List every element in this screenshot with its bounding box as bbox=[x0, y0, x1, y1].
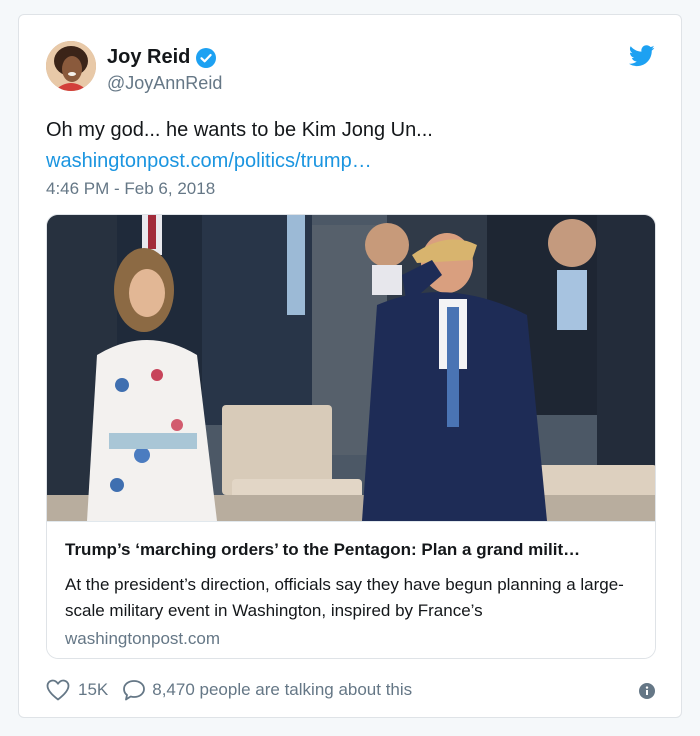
article-description: At the president’s direction, officials … bbox=[65, 575, 624, 620]
speech-bubble-icon bbox=[123, 680, 146, 701]
article-title: Trump’s ‘marching orders’ to the Pentago… bbox=[65, 540, 581, 559]
twitter-bird-icon[interactable] bbox=[628, 45, 655, 67]
conversation-button[interactable]: 8,470 people are talking about this bbox=[122, 679, 412, 701]
heart-icon bbox=[46, 679, 70, 701]
avatar[interactable] bbox=[46, 41, 96, 91]
tweet-action-bar: 15K 8,470 people are talking about this bbox=[46, 679, 412, 701]
link-preview-card[interactable]: Trump’s ‘marching orders’ to the Pentago… bbox=[46, 214, 656, 659]
author-name[interactable]: Joy Reid bbox=[107, 46, 217, 69]
author-handle[interactable]: @JoyAnnReid bbox=[107, 73, 222, 94]
like-button[interactable]: 15K bbox=[46, 679, 108, 701]
talking-count: 8,470 people are talking about this bbox=[152, 680, 413, 699]
link-card-body: Trump’s ‘marching orders’ to the Pentago… bbox=[47, 521, 655, 658]
tweet-embed-card: Joy Reid @JoyAnnReid Oh my god... he wan… bbox=[18, 14, 682, 718]
info-icon[interactable] bbox=[639, 683, 655, 699]
article-domain: washingtonpost.com bbox=[65, 629, 220, 648]
article-image bbox=[47, 215, 655, 521]
tweet-text: Oh my god... he wants to be Kim Jong Un.… bbox=[46, 119, 433, 141]
like-count: 15K bbox=[78, 680, 109, 699]
author-display-name: Joy Reid bbox=[107, 46, 191, 68]
tweet-timestamp[interactable]: 4:46 PM - Feb 6, 2018 bbox=[46, 179, 215, 199]
tweet-link[interactable]: washingtonpost.com/politics/trump… bbox=[46, 150, 372, 173]
verified-badge-icon bbox=[196, 47, 217, 68]
